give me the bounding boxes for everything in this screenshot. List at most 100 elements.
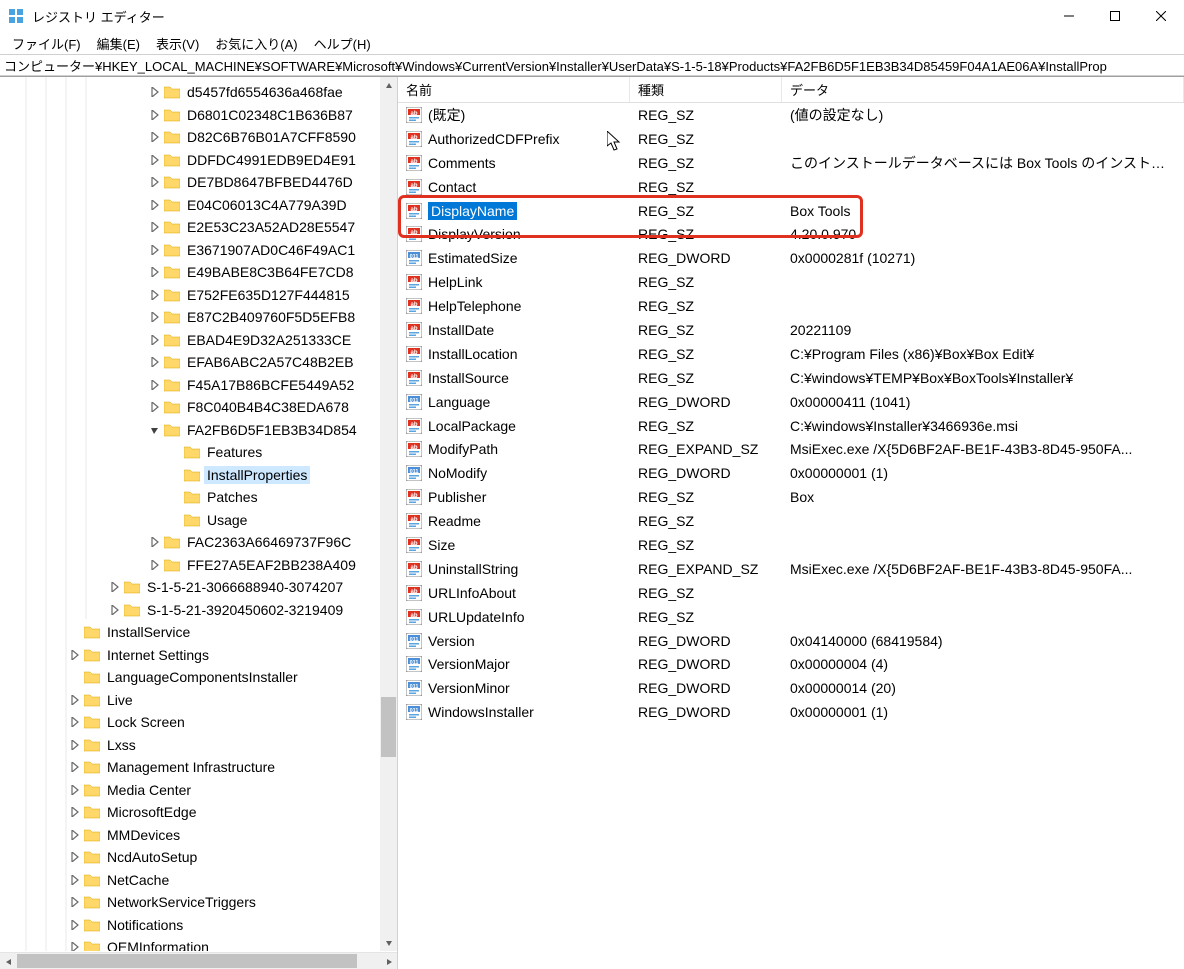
tree-item[interactable]: OEMInformation xyxy=(0,936,397,951)
minimize-button[interactable] xyxy=(1046,0,1092,32)
list-row[interactable]: InstallLocationREG_SZC:¥Program Files (x… xyxy=(398,342,1184,366)
chevron-right-icon[interactable] xyxy=(148,198,162,212)
menu-edit[interactable]: 編集(E) xyxy=(89,32,148,55)
tree-item[interactable]: DE7BD8647BFBED4476D xyxy=(0,171,397,194)
chevron-right-icon[interactable] xyxy=(148,558,162,572)
list-row[interactable]: ReadmeREG_SZ xyxy=(398,509,1184,533)
tree[interactable]: d5457fd6554636a468faeD6801C02348C1B636B8… xyxy=(0,77,397,951)
tree-item[interactable]: E87C2B409760F5D5EFB8 xyxy=(0,306,397,329)
tree-item[interactable]: NetCache xyxy=(0,869,397,892)
tree-item[interactable]: EFAB6ABC2A57C48B2EB xyxy=(0,351,397,374)
chevron-right-icon[interactable] xyxy=(68,805,82,819)
chevron-right-icon[interactable] xyxy=(148,130,162,144)
tree-item[interactable]: Lxss xyxy=(0,734,397,757)
list-row[interactable]: SizeREG_SZ xyxy=(398,533,1184,557)
chevron-right-icon[interactable] xyxy=(148,355,162,369)
chevron-right-icon[interactable] xyxy=(148,243,162,257)
close-button[interactable] xyxy=(1138,0,1184,32)
tree-item[interactable]: LanguageComponentsInstaller xyxy=(0,666,397,689)
tree-item[interactable]: EBAD4E9D32A251333CE xyxy=(0,329,397,352)
chevron-right-icon[interactable] xyxy=(148,153,162,167)
tree-item[interactable]: d5457fd6554636a468fae xyxy=(0,81,397,104)
tree-item[interactable]: D82C6B76B01A7CFF8590 xyxy=(0,126,397,149)
list-row[interactable]: LocalPackageREG_SZC:¥windows¥Installer¥3… xyxy=(398,414,1184,438)
list-row[interactable]: ModifyPathREG_EXPAND_SZMsiExec.exe /X{5D… xyxy=(398,437,1184,461)
tree-vertical-scrollbar[interactable] xyxy=(380,77,397,951)
chevron-right-icon[interactable] xyxy=(148,310,162,324)
tree-item[interactable]: F45A17B86BCFE5449A52 xyxy=(0,374,397,397)
scrollbar-thumb[interactable] xyxy=(17,954,357,968)
tree-item[interactable]: InstallService xyxy=(0,621,397,644)
chevron-right-icon[interactable] xyxy=(148,175,162,189)
chevron-right-icon[interactable] xyxy=(148,378,162,392)
maximize-button[interactable] xyxy=(1092,0,1138,32)
list-row[interactable]: UninstallStringREG_EXPAND_SZMsiExec.exe … xyxy=(398,557,1184,581)
chevron-right-icon[interactable] xyxy=(68,895,82,909)
column-header-type[interactable]: 種類 xyxy=(630,77,782,102)
tree-item[interactable]: S-1-5-21-3066688940-3074207 xyxy=(0,576,397,599)
menu-help[interactable]: ヘルプ(H) xyxy=(306,32,379,55)
tree-item[interactable]: FA2FB6D5F1EB3B34D854 xyxy=(0,419,397,442)
chevron-right-icon[interactable] xyxy=(68,873,82,887)
list-row[interactable]: PublisherREG_SZBox xyxy=(398,485,1184,509)
chevron-right-icon[interactable] xyxy=(68,693,82,707)
tree-item[interactable]: InstallProperties xyxy=(0,464,397,487)
tree-item[interactable]: NcdAutoSetup xyxy=(0,846,397,869)
list-row[interactable]: HelpLinkREG_SZ xyxy=(398,270,1184,294)
chevron-right-icon[interactable] xyxy=(148,333,162,347)
scrollbar-thumb[interactable] xyxy=(381,697,396,757)
list-row[interactable]: DisplayVersionREG_SZ4.20.0.970 xyxy=(398,222,1184,246)
menu-view[interactable]: 表示(V) xyxy=(148,32,207,55)
chevron-right-icon[interactable] xyxy=(68,760,82,774)
chevron-down-icon[interactable] xyxy=(148,423,162,437)
list-row[interactable]: DisplayNameREG_SZBox Tools xyxy=(398,199,1184,223)
chevron-right-icon[interactable] xyxy=(68,940,82,951)
chevron-right-icon[interactable] xyxy=(148,220,162,234)
chevron-right-icon[interactable] xyxy=(148,85,162,99)
menu-file[interactable]: ファイル(F) xyxy=(4,32,89,55)
tree-item[interactable]: S-1-5-21-3920450602-3219409 xyxy=(0,599,397,622)
tree-horizontal-scrollbar[interactable] xyxy=(0,952,397,969)
list-row[interactable]: EstimatedSizeREG_DWORD0x0000281f (10271) xyxy=(398,246,1184,270)
list-row[interactable]: URLUpdateInfoREG_SZ xyxy=(398,605,1184,629)
tree-item[interactable]: FAC2363A66469737F96C xyxy=(0,531,397,554)
chevron-right-icon[interactable] xyxy=(68,783,82,797)
list-row[interactable]: NoModifyREG_DWORD0x00000001 (1) xyxy=(398,461,1184,485)
tree-item[interactable]: Patches xyxy=(0,486,397,509)
list-row[interactable]: WindowsInstallerREG_DWORD0x00000001 (1) xyxy=(398,700,1184,724)
chevron-right-icon[interactable] xyxy=(68,918,82,932)
tree-item[interactable]: E49BABE8C3B64FE7CD8 xyxy=(0,261,397,284)
tree-item[interactable]: E2E53C23A52AD28E5547 xyxy=(0,216,397,239)
list-row[interactable]: AuthorizedCDFPrefixREG_SZ xyxy=(398,127,1184,151)
chevron-right-icon[interactable] xyxy=(68,828,82,842)
tree-item[interactable]: NetworkServiceTriggers xyxy=(0,891,397,914)
list-row[interactable]: InstallSourceREG_SZC:¥windows¥TEMP¥Box¥B… xyxy=(398,366,1184,390)
chevron-right-icon[interactable] xyxy=(148,288,162,302)
tree-item[interactable]: E3671907AD0C46F49AC1 xyxy=(0,239,397,262)
tree-item[interactable]: Usage xyxy=(0,509,397,532)
tree-item[interactable]: Features xyxy=(0,441,397,464)
tree-item[interactable]: MicrosoftEdge xyxy=(0,801,397,824)
address-bar[interactable]: コンピューター¥HKEY_LOCAL_MACHINE¥SOFTWARE¥Micr… xyxy=(0,54,1184,76)
list-row[interactable]: CommentsREG_SZこのインストールデータベースには Box Tools… xyxy=(398,151,1184,175)
tree-item[interactable]: Management Infrastructure xyxy=(0,756,397,779)
tree-item[interactable]: FFE27A5EAF2BB238A409 xyxy=(0,554,397,577)
chevron-right-icon[interactable] xyxy=(68,648,82,662)
tree-item[interactable]: Live xyxy=(0,689,397,712)
list-row[interactable]: (既定)REG_SZ(値の設定なし) xyxy=(398,103,1184,127)
chevron-right-icon[interactable] xyxy=(148,108,162,122)
list-row[interactable]: VersionMajorREG_DWORD0x00000004 (4) xyxy=(398,652,1184,676)
chevron-right-icon[interactable] xyxy=(148,400,162,414)
column-header-name[interactable]: 名前 xyxy=(398,77,630,102)
tree-item[interactable]: Notifications xyxy=(0,914,397,937)
tree-item[interactable]: E04C06013C4A779A39D xyxy=(0,194,397,217)
tree-item[interactable]: MMDevices xyxy=(0,824,397,847)
list-row[interactable]: HelpTelephoneREG_SZ xyxy=(398,294,1184,318)
chevron-right-icon[interactable] xyxy=(108,580,122,594)
tree-item[interactable]: D6801C02348C1B636B87 xyxy=(0,104,397,127)
tree-item[interactable]: Lock Screen xyxy=(0,711,397,734)
list-row[interactable]: LanguageREG_DWORD0x00000411 (1041) xyxy=(398,390,1184,414)
menu-favorites[interactable]: お気に入り(A) xyxy=(207,32,305,55)
list-row[interactable]: VersionMinorREG_DWORD0x00000014 (20) xyxy=(398,676,1184,700)
tree-item[interactable]: DDFDC4991EDB9ED4E91 xyxy=(0,149,397,172)
